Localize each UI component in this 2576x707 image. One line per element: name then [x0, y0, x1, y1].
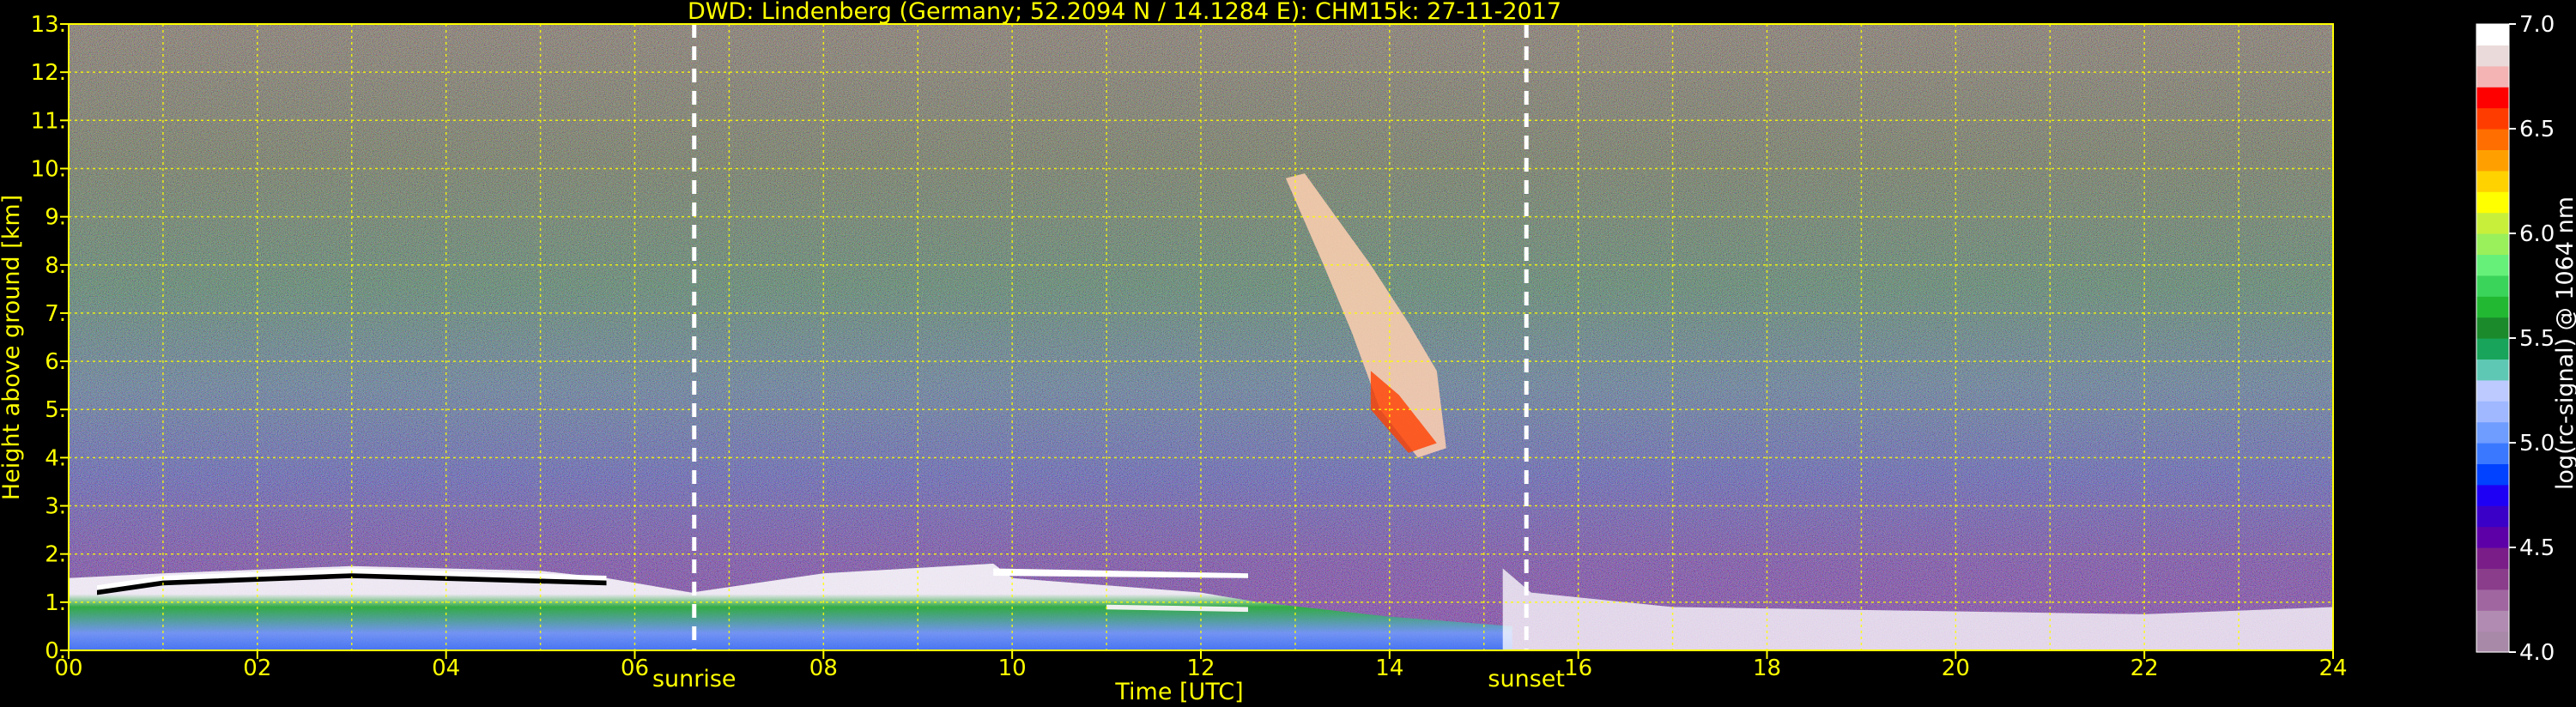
colorbar-segment: [2476, 547, 2509, 569]
colorbar-tick-label: 6.0: [2519, 221, 2555, 247]
colorbar-segment: [2476, 275, 2509, 297]
colorbar-tick-label: 4.5: [2519, 535, 2555, 561]
colorbar-segment: [2476, 463, 2509, 486]
x-tick-label: 16: [1564, 656, 1592, 681]
colorbar-ticks: 4.0 4.5 5.0 5.5 6.0 6.5 7.0: [2509, 12, 2555, 666]
y-tick-label: 10.: [31, 156, 66, 182]
colorbar-label: log(rc-signal) @ 1064 nm: [2552, 196, 2576, 490]
x-tick-label: 06: [621, 656, 649, 681]
x-tick-label: 20: [1942, 656, 1970, 681]
colorbar-segment: [2476, 65, 2509, 88]
colorbar-segment: [2476, 212, 2509, 234]
colorbar-segment: [2476, 568, 2509, 590]
colorbar-segment: [2476, 129, 2509, 150]
colorbar-segment: [2476, 338, 2509, 360]
x-tick-label: 04: [432, 656, 460, 681]
y-tick-label: 13.: [31, 12, 66, 38]
colorbar-segment: [2476, 170, 2509, 192]
colorbar-tick-label: 6.5: [2519, 117, 2555, 142]
ceilometer-chart: 00 02 04 06 08 10 12 14 16 18 20 22 24 0.1.2.3.4.5.6…: [0, 0, 2576, 705]
colorbar-tick-label: 4.0: [2519, 640, 2555, 666]
colorbar-segment: [2476, 296, 2509, 318]
colorbar-segment: [2476, 443, 2509, 464]
colorbar-segment: [2476, 505, 2509, 528]
x-tick-label: 02: [243, 656, 271, 681]
colorbar-segment: [2476, 107, 2509, 130]
y-tick-label: 6.: [45, 349, 66, 375]
colorbar-segment: [2476, 379, 2509, 402]
x-tick-label: 12: [1186, 656, 1215, 681]
colorbar-segment: [2476, 87, 2509, 109]
colorbar-tick-label: 7.0: [2519, 12, 2555, 38]
colorbar-segment: [2476, 526, 2509, 548]
y-axis-ticks: 0. 1. 2. 3. 4. 5. 6. 7. 8. 9. 10. 11. 12. 13.: [31, 12, 69, 664]
chart-title: DWD: Lindenberg (Germany; 52.2094 N / 14…: [688, 0, 1561, 25]
colorbar-segment: [2476, 317, 2509, 339]
colorbar-segment: [2476, 484, 2509, 506]
colorbar: [2476, 23, 2510, 653]
colorbar-segment: [2476, 233, 2509, 255]
y-tick-label: 7.: [45, 301, 66, 327]
y-tick-label: 5.: [45, 397, 66, 423]
x-axis-ticks: 00 02 04 06 08 10 12 14 16 18 20 22 24: [54, 650, 2348, 681]
colorbar-segment: [2476, 254, 2509, 276]
x-tick-label: 10: [998, 656, 1027, 681]
colorbar-segment: [2476, 149, 2509, 172]
colorbar-segment: [2476, 610, 2509, 632]
colorbar-tick-label: 5.0: [2519, 431, 2555, 456]
x-tick-label: 18: [1753, 656, 1781, 681]
colorbar-tick-label: 5.5: [2519, 326, 2555, 352]
y-tick-label: 12.: [31, 60, 66, 86]
x-tick-label: 22: [2131, 656, 2159, 681]
colorbar-segment: [2476, 359, 2509, 381]
y-tick-label: 8.: [45, 253, 66, 279]
plot-area: [68, 23, 2334, 651]
x-tick-label: 08: [809, 656, 838, 681]
y-tick-label: 0.: [45, 638, 66, 664]
colorbar-segment: [2476, 401, 2509, 423]
y-tick-label: 9.: [45, 205, 66, 231]
y-tick-label: 1.: [45, 590, 66, 616]
colorbar-segment: [2476, 631, 2509, 653]
colorbar-segment: [2476, 24, 2509, 45]
x-tick-label: 24: [2318, 656, 2347, 681]
colorbar-segment: [2476, 421, 2509, 444]
y-tick-label: 2.: [45, 542, 66, 568]
colorbar-segment: [2476, 191, 2509, 214]
y-tick-label: 4.: [45, 445, 66, 471]
colorbar-segment: [2476, 45, 2509, 67]
y-axis-label: Height above ground [km]: [0, 195, 25, 500]
x-axis-label: Time [UTC]: [1114, 679, 1243, 705]
y-tick-label: 11.: [31, 108, 66, 134]
x-tick-label: 14: [1375, 656, 1403, 681]
y-tick-label: 3.: [45, 494, 66, 520]
annotation-label-sunrise: sunrise: [652, 666, 736, 692]
colorbar-segment: [2476, 589, 2509, 611]
annotation-label-sunset: sunset: [1488, 666, 1565, 692]
